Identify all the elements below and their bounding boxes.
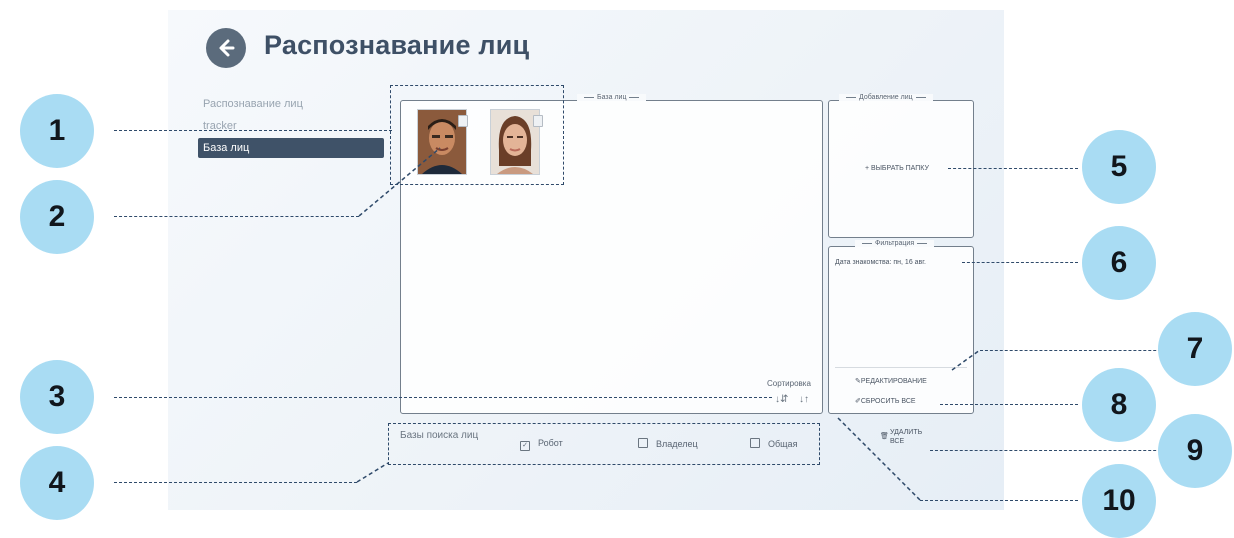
leader-line-8 bbox=[940, 404, 1078, 405]
leader-line-10 bbox=[920, 500, 1078, 501]
callout-6: 6 bbox=[1082, 226, 1156, 300]
leader-line-3 bbox=[114, 397, 772, 398]
leader-line-6 bbox=[962, 262, 1078, 263]
leader-diagonals bbox=[356, 147, 981, 501]
callout-9: 9 bbox=[1158, 414, 1232, 488]
leader-line-4 bbox=[114, 482, 357, 483]
callout-1: 1 bbox=[20, 94, 94, 168]
leader-line-5 bbox=[948, 168, 1078, 169]
callout-8: 8 bbox=[1082, 368, 1156, 442]
callout-4: 4 bbox=[20, 446, 94, 520]
callout-7: 7 bbox=[1158, 312, 1232, 386]
callout-3: 3 bbox=[20, 360, 94, 434]
callout-10: 10 bbox=[1082, 464, 1156, 538]
leader-line-9 bbox=[930, 450, 1176, 451]
callout-2: 2 bbox=[20, 180, 94, 254]
leader-line-7 bbox=[980, 350, 1176, 351]
callout-5: 5 bbox=[1082, 130, 1156, 204]
